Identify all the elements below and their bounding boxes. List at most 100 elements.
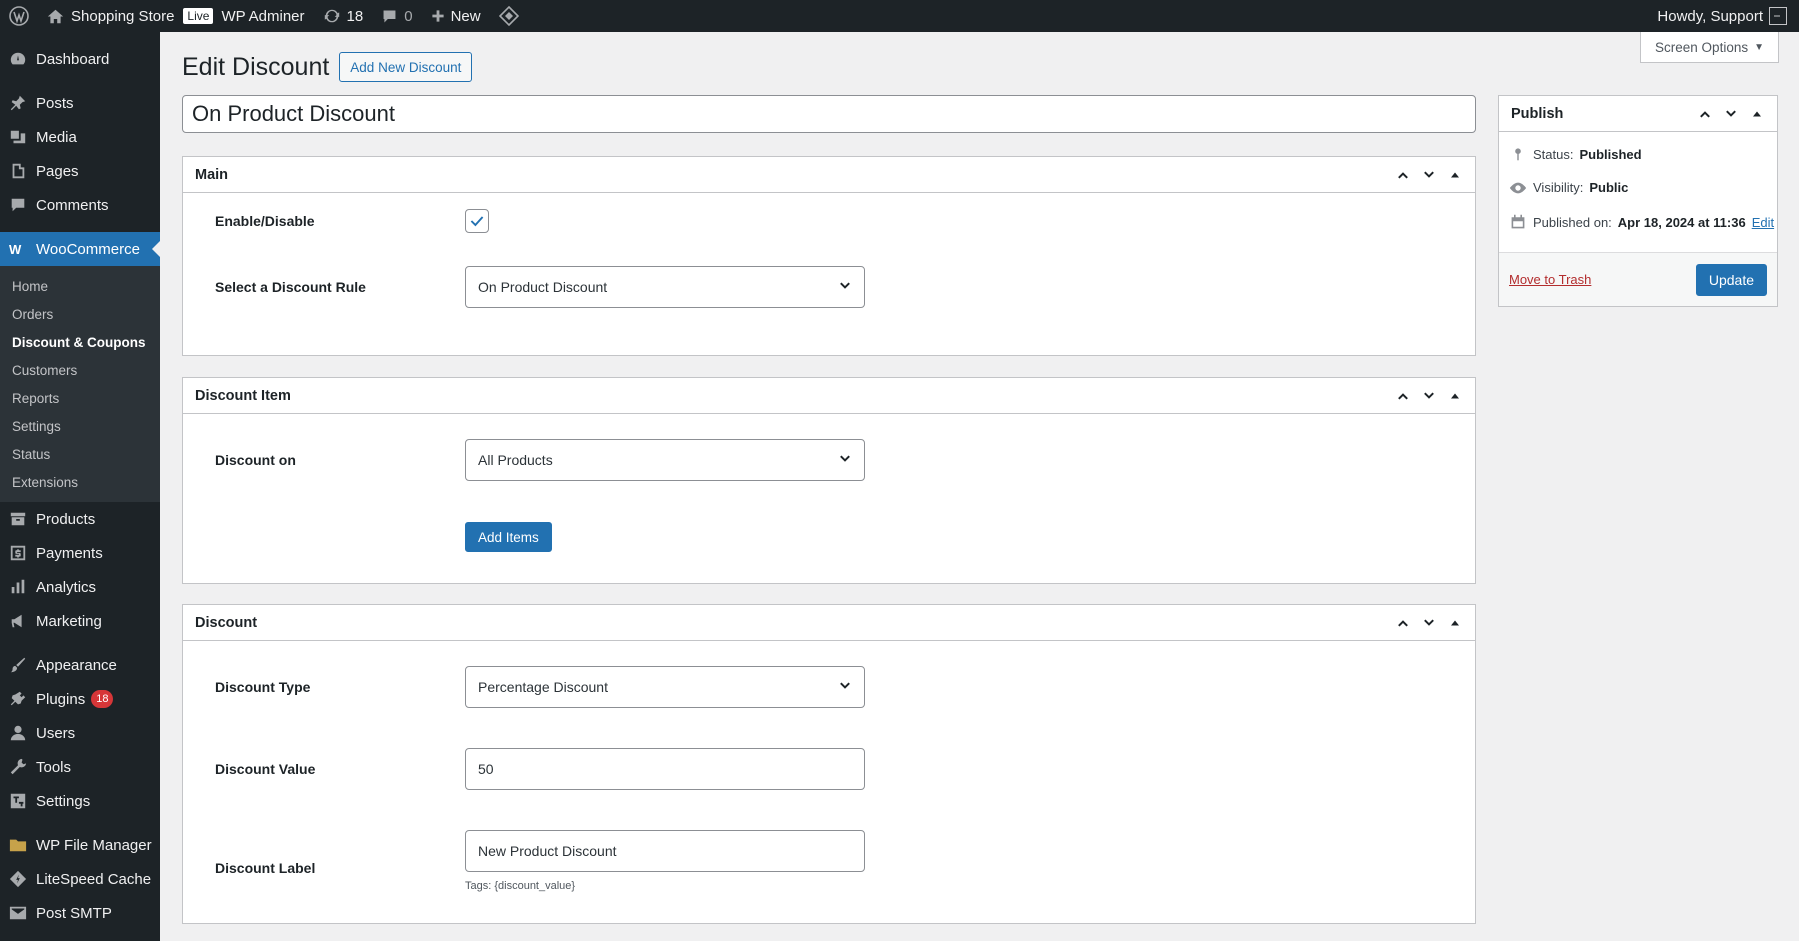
- plus-icon: [431, 9, 445, 23]
- publish-visibility-row: Visibility: Public: [1509, 180, 1628, 195]
- megaphone-icon: [8, 611, 28, 631]
- discount-on-value: All Products: [478, 452, 553, 468]
- menu-tools[interactable]: Tools: [0, 750, 160, 784]
- post-title-input[interactable]: On Product Discount: [182, 95, 1476, 133]
- move-up-icon[interactable]: [1393, 613, 1413, 633]
- chevron-down-icon: [838, 679, 852, 696]
- menu-products[interactable]: Products: [0, 502, 160, 536]
- menu-litespeed[interactable]: LiteSpeed Cache: [0, 862, 160, 896]
- discount-value-input[interactable]: 50: [465, 748, 865, 790]
- discount-on-select[interactable]: All Products: [465, 439, 865, 481]
- menu-payments[interactable]: Payments: [0, 536, 160, 570]
- submenu-home[interactable]: Home: [0, 272, 160, 300]
- visibility-value: Public: [1589, 180, 1629, 195]
- menu-media-label: Media: [36, 128, 77, 146]
- new-content-link[interactable]: New: [422, 0, 490, 32]
- pages-icon: [8, 161, 28, 181]
- home-icon: [47, 8, 64, 25]
- discount-label-row: Discount Label New Product Discount Tags…: [215, 830, 865, 892]
- submenu-extensions[interactable]: Extensions: [0, 468, 160, 496]
- submenu-reports[interactable]: Reports: [0, 384, 160, 412]
- wrench-icon: [8, 757, 28, 777]
- menu-marketing[interactable]: Marketing: [0, 604, 160, 638]
- discount-header: Discount: [183, 605, 1475, 641]
- move-down-icon[interactable]: [1419, 386, 1439, 406]
- edit-date-link[interactable]: Edit: [1752, 215, 1774, 230]
- discount-type-value: Percentage Discount: [478, 679, 608, 695]
- discount-label-label: Discount Label: [215, 860, 316, 876]
- menu-woocommerce[interactable]: W WooCommerce: [0, 232, 160, 266]
- admin-bar: Shopping Store Live WP Adminer 18 0 New …: [0, 0, 1799, 32]
- menu-post-smtp[interactable]: Post SMTP: [0, 896, 160, 930]
- comments-link[interactable]: 0: [372, 0, 421, 32]
- diamond-plugin-icon[interactable]: [490, 0, 528, 32]
- discount-label-input[interactable]: New Product Discount: [465, 830, 865, 872]
- site-name: Shopping Store: [71, 7, 175, 25]
- visibility-label: Visibility:: [1533, 180, 1584, 195]
- chevron-down-icon: [838, 279, 852, 296]
- site-name-link[interactable]: Shopping Store: [38, 0, 183, 32]
- move-down-icon[interactable]: [1721, 104, 1741, 124]
- menu-plugins[interactable]: Plugins 18: [0, 682, 160, 716]
- plugins-update-badge: 18: [91, 690, 114, 708]
- menu-posts[interactable]: Posts: [0, 86, 160, 120]
- discount-rule-select[interactable]: On Product Discount: [465, 266, 865, 308]
- add-new-discount-button[interactable]: Add New Discount: [339, 52, 473, 82]
- move-up-icon[interactable]: [1393, 386, 1413, 406]
- page-title: Edit Discount: [182, 52, 330, 81]
- update-button[interactable]: Update: [1695, 263, 1767, 296]
- wordpress-logo-icon[interactable]: [0, 0, 38, 32]
- move-up-icon[interactable]: [1393, 165, 1413, 185]
- dashboard-gauge-icon: [8, 49, 28, 69]
- menu-users[interactable]: Users: [0, 716, 160, 750]
- discount-item-header: Discount Item: [183, 378, 1475, 414]
- submenu-customers[interactable]: Customers: [0, 356, 160, 384]
- published-label: Published on:: [1533, 214, 1612, 230]
- wp-adminer-link[interactable]: WP Adminer: [221, 0, 313, 32]
- menu-pages[interactable]: Pages: [0, 154, 160, 188]
- main-metabox-title: Main: [195, 166, 229, 183]
- move-to-trash-link[interactable]: Move to Trash: [1509, 272, 1591, 287]
- menu-file-manager[interactable]: WP File Manager: [0, 828, 160, 862]
- menu-media[interactable]: Media: [0, 120, 160, 154]
- move-down-icon[interactable]: [1419, 613, 1439, 633]
- main-metabox: Main Enable/Disable Select a Discount Ru…: [182, 156, 1476, 356]
- menu-dashboard[interactable]: Dashboard: [0, 42, 160, 76]
- screen-options-toggle[interactable]: Screen Options ▼: [1640, 32, 1779, 63]
- menu-marketing-label: Marketing: [36, 612, 102, 630]
- discount-title: Discount: [195, 614, 258, 631]
- add-items-button[interactable]: Add Items: [465, 522, 552, 552]
- submenu-settings[interactable]: Settings: [0, 412, 160, 440]
- menu-woocommerce-label: WooCommerce: [36, 240, 140, 258]
- menu-analytics[interactable]: Analytics: [0, 570, 160, 604]
- media-icon: [8, 127, 28, 147]
- collapse-toggle-icon[interactable]: [1445, 165, 1465, 185]
- updates-link[interactable]: 18: [314, 0, 373, 32]
- menu-comments[interactable]: Comments: [0, 188, 160, 222]
- move-up-icon[interactable]: [1695, 104, 1715, 124]
- submenu-discounts[interactable]: Discount & Coupons: [0, 328, 160, 356]
- menu-users-label: Users: [36, 724, 76, 742]
- menu-tools-label: Tools: [36, 758, 72, 776]
- move-down-icon[interactable]: [1419, 165, 1439, 185]
- menu-settings[interactable]: Settings: [0, 784, 160, 818]
- my-account[interactable]: Howdy, Support: [1657, 7, 1799, 25]
- discount-on-row: Discount on All Products: [215, 439, 865, 481]
- enable-checkbox[interactable]: [465, 209, 489, 233]
- discount-type-select[interactable]: Percentage Discount: [465, 666, 865, 708]
- page-title-area: Edit Discount Add New Discount: [182, 52, 473, 82]
- menu-settings-label: Settings: [36, 792, 91, 810]
- publish-status-row: Status: Published: [1509, 146, 1642, 162]
- submenu-orders[interactable]: Orders: [0, 300, 160, 328]
- published-value: Apr 18, 2024 at 11:36: [1617, 214, 1746, 230]
- collapse-toggle-icon[interactable]: [1747, 104, 1767, 124]
- publish-metabox: Publish Status: Published Visibility: Pu…: [1498, 95, 1778, 307]
- submenu-status[interactable]: Status: [0, 440, 160, 468]
- collapse-toggle-icon[interactable]: [1445, 386, 1465, 406]
- admin-sidebar: Dashboard Posts Media Pages Comments W W…: [0, 32, 160, 941]
- menu-appearance[interactable]: Appearance: [0, 648, 160, 682]
- discount-rule-row: Select a Discount Rule On Product Discou…: [215, 266, 865, 308]
- discount-metabox: Discount Discount Type Percentage Discou…: [182, 604, 1476, 924]
- collapse-toggle-icon[interactable]: [1445, 613, 1465, 633]
- eye-icon: [1509, 181, 1527, 195]
